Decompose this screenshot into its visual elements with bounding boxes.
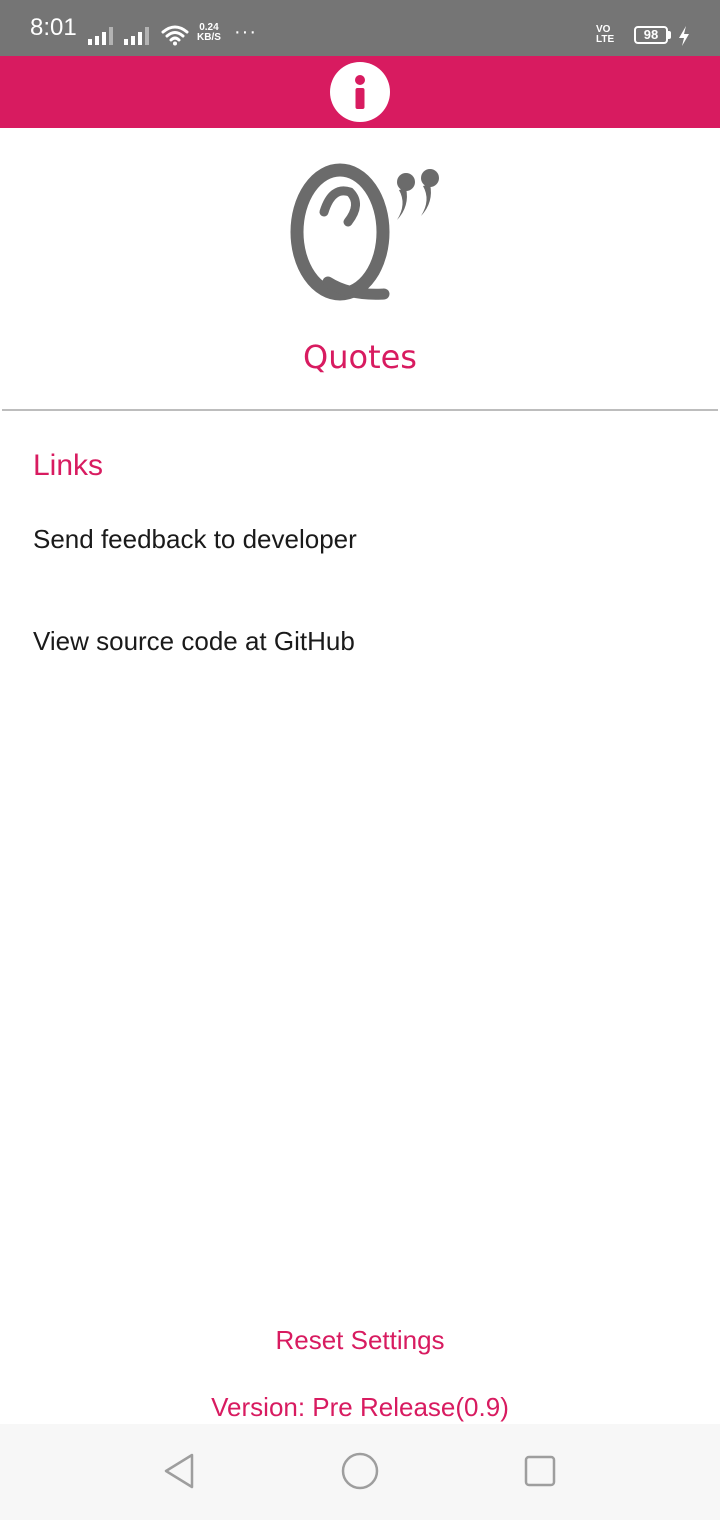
volte-bottom: LTE — [596, 34, 615, 45]
battery-tip — [668, 31, 671, 39]
overflow-notifications: ··· — [234, 21, 257, 43]
about-screen: 8:01 0.24 KB/S ··· VO LTE 98 Quotes Link… — [0, 0, 720, 1520]
home-icon[interactable] — [338, 1446, 382, 1496]
volte-indicator: VO LTE — [596, 25, 614, 45]
wifi-icon — [161, 25, 189, 46]
reset-settings-button[interactable]: Reset Settings — [210, 1312, 510, 1368]
header-divider — [2, 409, 718, 411]
version-text: Version: Pre Release(0.9) — [211, 1392, 509, 1422]
view-source-link[interactable]: View source code at GitHub — [0, 600, 720, 682]
back-icon[interactable] — [158, 1446, 202, 1496]
info-icon[interactable] — [329, 61, 391, 123]
send-feedback-link[interactable]: Send feedback to developer — [0, 498, 720, 580]
recents-icon[interactable] — [518, 1446, 562, 1496]
app-name: Quotes — [303, 338, 417, 376]
status-time: 8:01 — [30, 14, 77, 41]
links-section-title: Links — [33, 449, 104, 482]
network-speed-unit: KB/S — [197, 32, 221, 43]
signal-icon — [88, 27, 113, 45]
charging-icon — [679, 26, 689, 46]
network-speed: 0.24 KB/S — [197, 23, 221, 43]
status-bar: 8:01 0.24 KB/S ··· VO LTE 98 — [0, 0, 720, 56]
quotes-logo-icon — [290, 163, 439, 301]
battery-indicator: 98 — [634, 26, 668, 44]
signal-icon — [124, 27, 149, 45]
